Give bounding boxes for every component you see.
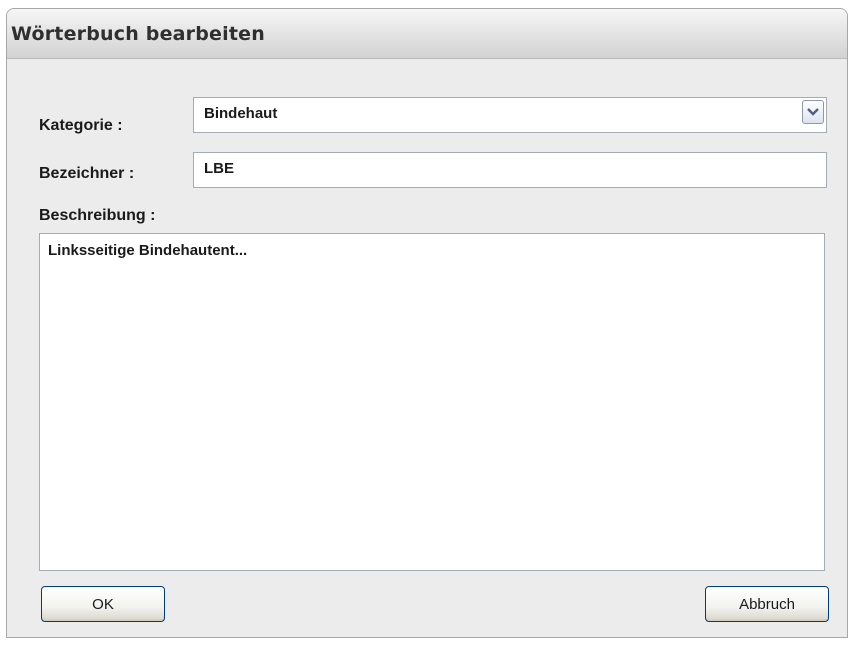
dialog-title: Wörterbuch bearbeiten [11,22,265,45]
kategorie-select[interactable]: Bindehaut [193,97,827,133]
cancel-button[interactable]: Abbruch [705,586,829,622]
chevron-down-icon [807,108,819,116]
beschreibung-label: Beschreibung : [39,207,156,224]
ok-button[interactable]: OK [41,586,165,622]
beschreibung-value: Linksseitige Bindehautent... [48,242,248,259]
dialog-window: Wörterbuch bearbeiten Kategorie : Bindeh… [6,8,848,638]
kategorie-label: Kategorie : [39,117,123,134]
beschreibung-textarea[interactable]: Linksseitige Bindehautent... [39,233,825,571]
title-bar[interactable]: Wörterbuch bearbeiten [7,9,847,59]
kategorie-selected-value: Bindehaut [204,105,278,122]
bezeichner-label: Bezeichner : [39,165,135,182]
bezeichner-value: LBE [204,160,234,177]
bezeichner-input[interactable]: LBE [193,152,827,188]
dropdown-button[interactable] [802,100,824,124]
